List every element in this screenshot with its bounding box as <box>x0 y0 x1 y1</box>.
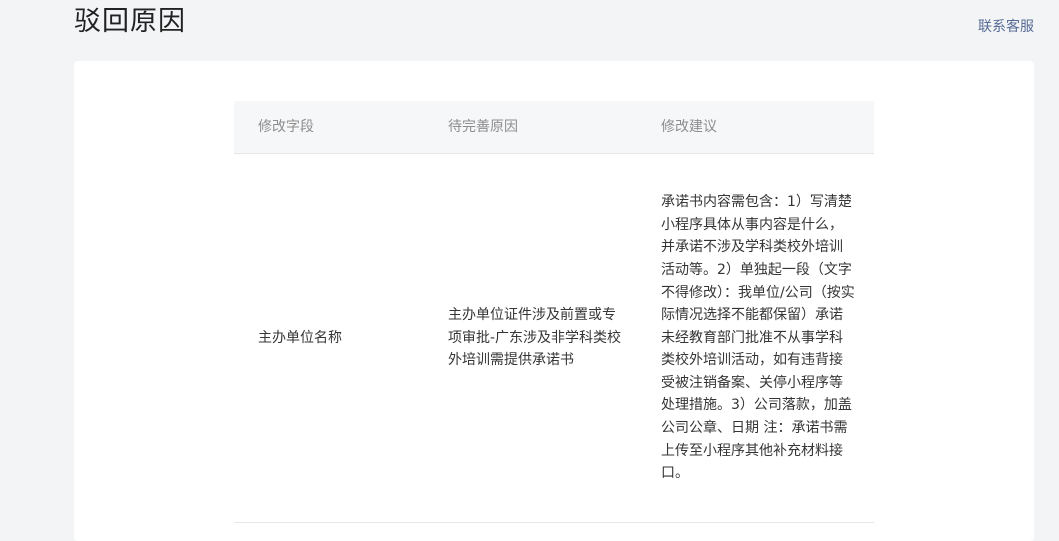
page-title: 驳回原因 <box>74 6 186 37</box>
header-field: 修改字段 <box>258 119 314 135</box>
rejection-table: 修改字段 待完善原因 修改建议 主办单位名称 主办单位证件涉及前置或专项审批-广… <box>234 101 874 523</box>
cell-reason: 主办单位证件涉及前置或专项审批-广东涉及非学科类校外培训需提供承诺书 <box>448 307 622 369</box>
cell-field: 主办单位名称 <box>258 329 342 346</box>
table-header: 修改字段 待完善原因 修改建议 <box>234 101 874 154</box>
cell-suggestion: 承诺书内容需包含：1）写清楚小程序具体从事内容是什么，并承诺不涉及学科类校外培训… <box>661 194 855 482</box>
table-row: 主办单位名称 主办单位证件涉及前置或专项审批-广东涉及非学科类校外培训需提供承诺… <box>234 154 874 523</box>
contact-support-link[interactable]: 联系客服 <box>978 17 1034 37</box>
header-reason: 待完善原因 <box>448 119 518 135</box>
header-suggestion: 修改建议 <box>661 119 717 135</box>
rejection-card: 修改字段 待完善原因 修改建议 主办单位名称 主办单位证件涉及前置或专项审批-广… <box>74 61 1034 541</box>
